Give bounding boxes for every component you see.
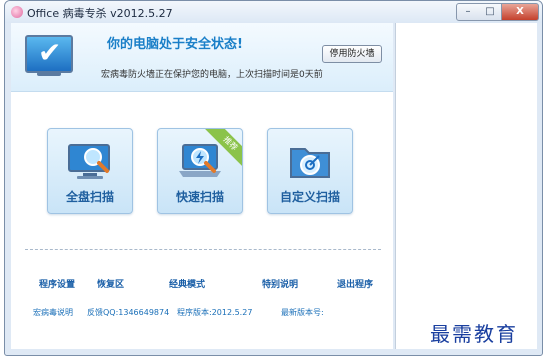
app-icon — [11, 6, 23, 18]
program-version: 程序版本:2012.5.27 — [177, 308, 253, 317]
laptop-lightning-icon — [179, 144, 221, 177]
macro-virus-help-link[interactable]: 宏病毒说明 — [33, 307, 73, 318]
custom-scan-label: 自定义扫描 — [279, 190, 340, 204]
custom-scan-button[interactable]: 自定义扫描 — [267, 128, 353, 214]
latest-version: 最新版本号: — [281, 308, 324, 317]
feedback-qq: 反馈QQ:1346649874 — [87, 308, 170, 317]
exit-link[interactable]: 退出程序 — [337, 277, 373, 290]
monitor-magnifier-icon — [68, 144, 110, 179]
minimize-button[interactable]: – — [456, 3, 480, 21]
main-panel: ✔ 你的电脑处于安全状态! 宏病毒防火墙正在保护您的电脑，上次扫描时间是0天前 … — [11, 23, 393, 349]
monitor-check-icon: ✔ — [25, 35, 73, 73]
full-scan-button[interactable]: 全盘扫描 — [47, 128, 133, 214]
status-headline: 你的电脑处于安全状态! — [107, 37, 243, 52]
settings-link[interactable]: 程序设置 — [39, 277, 75, 290]
check-icon: ✔ — [38, 36, 62, 69]
special-notes-link[interactable]: 特别说明 — [262, 277, 298, 290]
window-title: Office 病毒专杀 v2012.5.27 — [27, 7, 173, 20]
status-detail: 宏病毒防火墙正在保护您的电脑，上次扫描时间是0天前 — [101, 70, 323, 80]
folder-target-icon — [290, 148, 330, 178]
classic-mode-link[interactable]: 经典模式 — [169, 277, 205, 290]
close-button[interactable]: X — [502, 3, 539, 21]
watermark-logo: 最需教育 — [430, 322, 518, 346]
side-panel — [395, 23, 537, 349]
quarantine-link[interactable]: 恢复区 — [97, 277, 124, 290]
maximize-button[interactable]: □ — [479, 3, 502, 21]
app-window: Office 病毒专杀 v2012.5.27 – □ X ✔ 你的电脑处于安全状… — [4, 0, 543, 356]
monitor-stand-icon — [37, 72, 61, 76]
full-scan-label: 全盘扫描 — [65, 190, 114, 204]
quick-scan-button[interactable]: 推荐 快速扫描 — [157, 128, 243, 214]
quick-scan-label: 快速扫描 — [175, 190, 224, 204]
divider — [25, 249, 381, 250]
status-header: ✔ 你的电脑处于安全状态! 宏病毒防火墙正在保护您的电脑，上次扫描时间是0天前 … — [11, 23, 393, 92]
title-bar: Office 病毒专杀 v2012.5.27 – □ X — [5, 1, 542, 23]
disable-firewall-button[interactable]: 停用防火墙 — [322, 45, 382, 63]
